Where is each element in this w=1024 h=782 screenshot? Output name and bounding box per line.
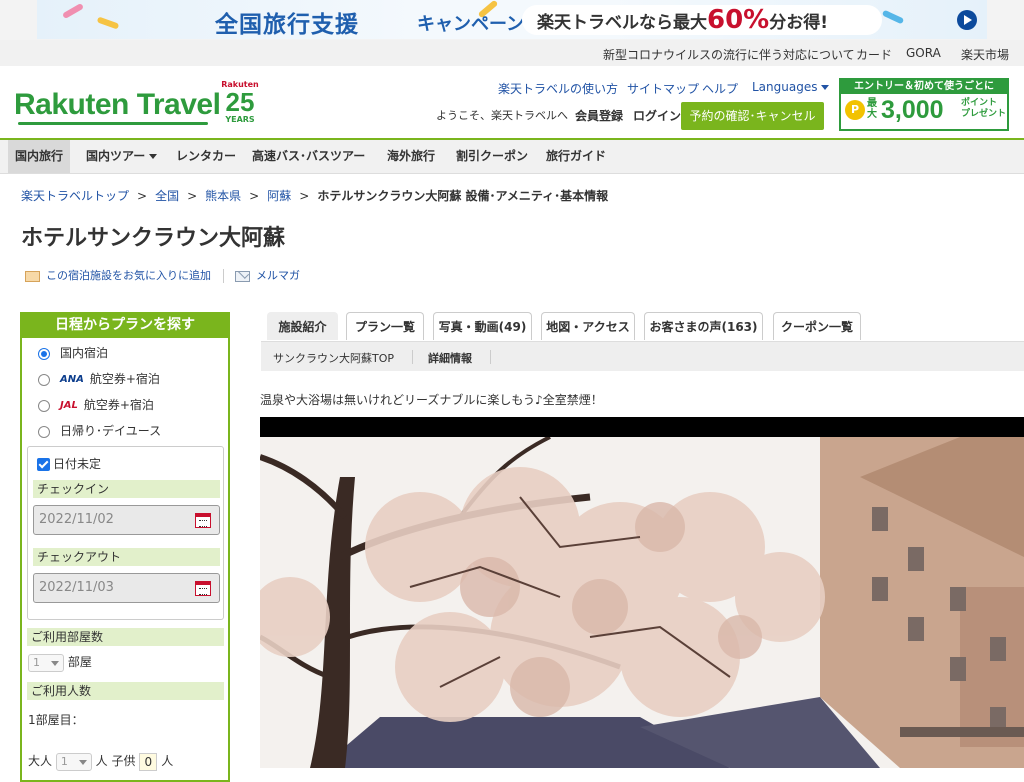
breadcrumb-area[interactable]: 阿蘇 — [267, 189, 291, 203]
tab-reviews[interactable]: お客さまの声(163) — [644, 312, 763, 340]
nav-guide[interactable]: 旅行ガイド — [539, 140, 613, 173]
checkin-date-input[interactable]: 2022/11/02 — [33, 505, 220, 535]
checkout-date-input[interactable]: 2022/11/03 — [33, 573, 220, 603]
checkbox-checked-icon[interactable] — [37, 458, 50, 471]
facility-subnav: サンクラウン大阿蘇TOP 詳細情報 — [261, 341, 1024, 371]
hotel-photo[interactable] — [260, 417, 1024, 768]
global-nav: 国内旅行 国内ツアー レンタカー 高速バス･バスツアー 海外旅行 割引クーポン … — [0, 140, 1024, 174]
tab-photos-videos[interactable]: 写真・動画(49) — [433, 312, 532, 340]
confetti-decoration — [96, 16, 120, 30]
checkin-label: チェックイン — [33, 480, 220, 498]
rooms-select[interactable]: 1 — [28, 653, 64, 672]
nav-overseas[interactable]: 海外旅行 — [380, 140, 442, 173]
campaign-title-suffix: キャンペーン — [417, 14, 525, 35]
calendar-icon[interactable] — [195, 513, 211, 528]
room1-label: 1部屋目： — [28, 713, 84, 727]
chevron-down-icon — [821, 85, 830, 90]
radio-selected[interactable] — [38, 347, 50, 360]
languages-dropdown[interactable]: Languages — [752, 80, 830, 94]
register-link[interactable]: 会員登録 — [575, 107, 623, 124]
nav-domestic-tour[interactable]: 国内ツアー — [79, 140, 164, 173]
nav-bus[interactable]: 高速バス･バスツアー — [245, 140, 372, 173]
campaign-banner[interactable]: 全国旅行支援 キャンペーン 楽天トラベルなら最大60%分お得! — [0, 0, 1024, 40]
checkout-label: チェックアウト — [33, 548, 220, 566]
radio-button[interactable] — [38, 399, 50, 412]
tab-facility-intro[interactable]: 施設紹介 — [267, 312, 338, 340]
tab-map-access[interactable]: 地図・アクセス — [541, 312, 635, 340]
subnav-details[interactable]: 詳細情報 — [428, 350, 472, 366]
tab-coupons[interactable]: クーポン一覧 — [773, 312, 861, 340]
covid-notice-link[interactable]: 新型コロナウイルスの流行に伴う対応について — [603, 46, 855, 63]
add-favorite-link[interactable]: この宿泊施設をお気に入りに追加 — [46, 269, 211, 282]
rakuten-ichiba-link[interactable]: 楽天市場 — [961, 46, 1009, 63]
gora-link[interactable]: GORA — [906, 46, 941, 60]
jal-logo-icon: JAL — [60, 400, 78, 411]
confetti-decoration — [881, 9, 905, 25]
date-undecided-checkbox[interactable]: 日付未定 — [37, 455, 101, 472]
welcome-text: ようこそ、楽天トラベルへ — [436, 109, 568, 122]
favorite-bar: この宿泊施設をお気に入りに追加 メルマガ — [25, 267, 300, 283]
radio-button[interactable] — [38, 425, 50, 438]
card-link[interactable]: カード — [856, 46, 892, 63]
favorite-icon — [25, 270, 40, 282]
rooms-row: 1 部屋 — [28, 653, 92, 672]
date-selection-box: 日付未定 チェックイン 2022/11/02 チェックアウト 2022/11/0… — [27, 446, 224, 620]
points-promo-banner[interactable]: エントリー＆初めて使うごとに P 最大 3,000 ポイント プレゼント — [839, 78, 1009, 131]
ana-logo-icon: ANA — [60, 374, 84, 385]
rooms-label: ご利用部屋数 — [27, 628, 224, 646]
confetti-decoration — [61, 2, 85, 20]
catch-copy: 温泉や大浴場は無いけれどリーズナブルに楽しもう♪全室禁煙！ — [260, 393, 603, 407]
page-title: ホテルサンクラウン大阿蘇 — [21, 226, 286, 251]
breadcrumb-prefecture[interactable]: 熊本県 — [205, 189, 241, 203]
login-link[interactable]: ログイン — [633, 107, 681, 124]
divider — [222, 269, 224, 283]
site-logo[interactable]: Rakuten Travel — [14, 88, 221, 122]
breadcrumb-all[interactable]: 全国 — [155, 189, 179, 203]
plan-search-heading: 日程からプランを探す — [20, 312, 230, 338]
calendar-icon[interactable] — [195, 581, 211, 596]
tab-plan-list[interactable]: プラン一覧 — [346, 312, 424, 340]
how-to-use-link[interactable]: 楽天トラベルの使い方 — [498, 80, 618, 97]
point-coin-icon: P — [845, 100, 865, 120]
guests-label: ご利用人数 — [27, 682, 224, 700]
site-header: Rakuten Travel Rakuten 25 YEARS 楽天トラベルの使… — [0, 66, 1024, 140]
plan-search-panel: 日程からプランを探す 国内宿泊 ANA 航空券+宿泊 JAL 航空券+宿泊 日帰り･… — [20, 312, 230, 782]
mailmag-link[interactable]: メルマガ — [256, 269, 300, 282]
help-link[interactable]: ヘルプ — [702, 80, 738, 97]
option-day-use[interactable]: 日帰り･デイユース — [38, 422, 161, 439]
radio-button[interactable] — [38, 373, 50, 386]
nav-rental-car[interactable]: レンタカー — [169, 140, 243, 173]
nav-domestic-travel[interactable]: 国内旅行 — [8, 140, 71, 173]
play-icon[interactable] — [957, 10, 977, 30]
campaign-promo-pill: 楽天トラベルなら最大60%分お得! — [522, 5, 882, 35]
sitemap-link[interactable]: サイトマップ — [627, 80, 699, 97]
utility-links: 新型コロナウイルスの流行に伴う対応について カード GORA 楽天市場 — [0, 40, 1024, 66]
reservation-check-button[interactable]: 予約の確認･キャンセル — [681, 102, 824, 130]
campaign-banner-image[interactable]: 全国旅行支援 キャンペーン 楽天トラベルなら最大60%分お得! — [37, 0, 987, 39]
subnav-top-link[interactable]: サンクラウン大阿蘇TOP — [273, 350, 394, 366]
chevron-down-icon — [149, 154, 158, 159]
option-ana-flight-stay[interactable]: ANA 航空券+宿泊 — [38, 370, 160, 387]
nav-coupon[interactable]: 割引クーポン — [449, 140, 535, 173]
mail-icon — [235, 270, 250, 282]
logo-swoosh — [18, 122, 208, 125]
breadcrumb-current: ホテルサンクラウン大阿蘇 設備･アメニティ･基本情報 — [317, 189, 609, 203]
breadcrumb: 楽天トラベルトップ > 全国 > 熊本県 > 阿蘇 > ホテルサンクラウン大阿蘇 設備･アメニテ… — [21, 189, 609, 203]
option-domestic-stay[interactable]: 国内宿泊 — [38, 344, 108, 361]
option-jal-flight-stay[interactable]: JAL 航空券+宿泊 — [38, 396, 154, 413]
breadcrumb-top[interactable]: 楽天トラベルトップ — [21, 189, 129, 203]
divider — [490, 350, 491, 364]
campaign-title: 全国旅行支援 — [215, 12, 359, 38]
divider — [412, 350, 413, 364]
anniversary-badge: Rakuten 25 YEARS — [221, 80, 259, 124]
hotel-photo-image — [260, 437, 1024, 768]
